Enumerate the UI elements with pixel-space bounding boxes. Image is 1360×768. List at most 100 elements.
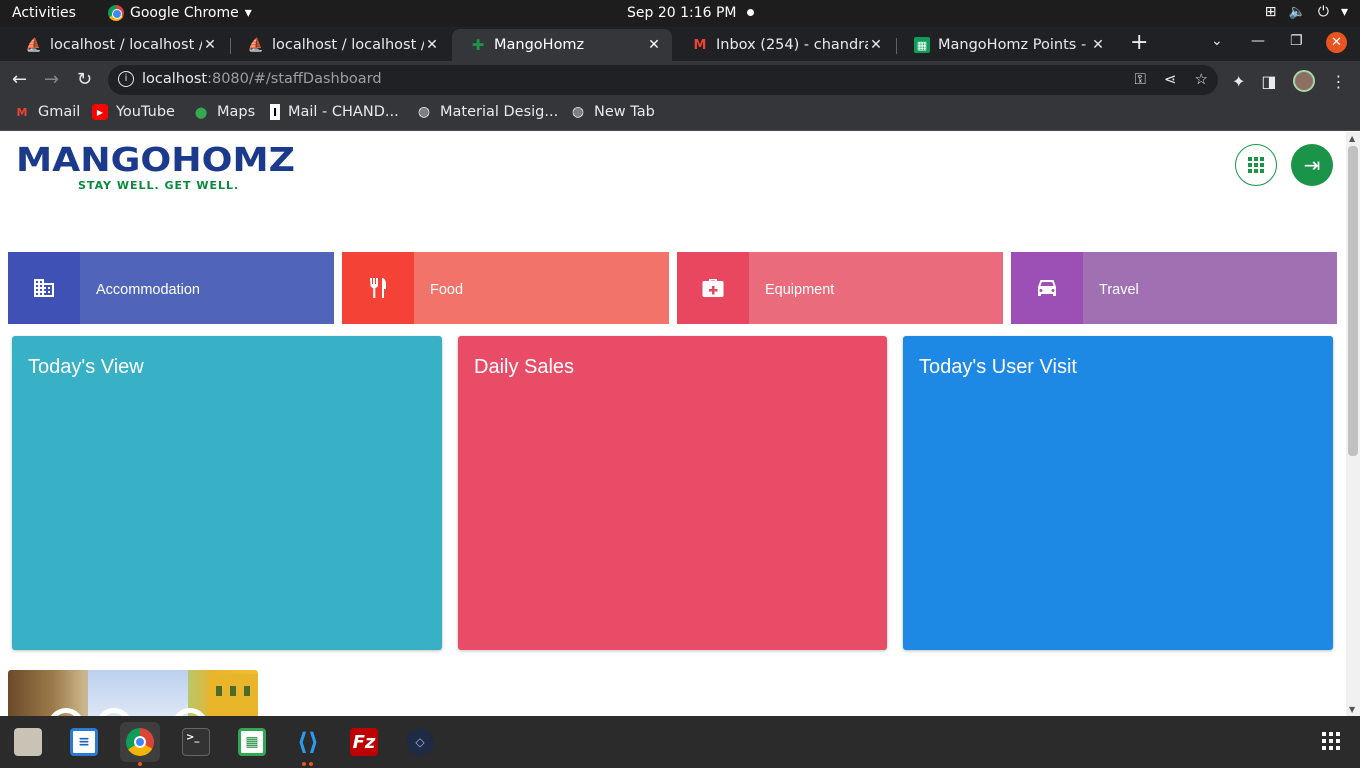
window-close-button[interactable]: ✕ <box>1326 32 1347 53</box>
logo-wordmark: MANGOHOMZ <box>16 140 295 179</box>
volume-icon: 🔈 <box>1288 4 1306 20</box>
close-tab-icon[interactable]: ✕ <box>1090 37 1106 53</box>
dock-files[interactable] <box>8 722 48 762</box>
card-todays-view[interactable]: Today's View <box>12 336 442 650</box>
caret-down-icon: ▾ <box>244 5 252 21</box>
dock-calc[interactable]: ▦ <box>232 722 272 762</box>
app-icon: ◇ <box>406 728 434 756</box>
category-accommodation[interactable]: Accommodation <box>8 252 334 324</box>
tab-gmail-inbox[interactable]: M Inbox (254) - chandrasek ✕ <box>674 29 894 61</box>
tab-title: MangoHomz <box>494 37 585 53</box>
writer-icon: ≡ <box>70 728 98 756</box>
bookmark-label: YouTube <box>116 104 175 120</box>
filezilla-icon: Fz <box>350 728 378 756</box>
tab-mangohomz[interactable]: ✚ MangoHomz ✕ <box>452 29 672 61</box>
card-title: Today's User Visit <box>919 356 1077 378</box>
dock-app[interactable]: ◇ <box>400 722 440 762</box>
property-photo[interactable] <box>8 670 258 716</box>
card-daily-sales[interactable]: Daily Sales <box>458 336 887 650</box>
close-tab-icon[interactable]: ✕ <box>202 37 218 53</box>
logout-button[interactable]: ⇥ <box>1291 144 1333 186</box>
card-todays-user-visit[interactable]: Today's User Visit <box>903 336 1333 650</box>
tab-search-chevron-icon[interactable]: ⌄ <box>1211 33 1223 49</box>
category-food[interactable]: Food <box>342 252 669 324</box>
category-label: Equipment <box>749 252 1003 324</box>
globe-icon: ◍ <box>417 104 431 120</box>
bookmark-new-tab[interactable]: ◍ New Tab <box>570 104 655 120</box>
system-status-menu[interactable]: ⊞ 🔈 ⏻ ▾ <box>1265 4 1348 20</box>
system-top-bar: Activities Google Chrome ▾ Sep 20 1:16 P… <box>0 0 1360 27</box>
logo-tagline: STAY WELL. GET WELL. <box>78 179 240 192</box>
close-tab-icon[interactable]: ✕ <box>868 37 884 53</box>
category-equipment[interactable]: Equipment <box>677 252 1003 324</box>
forward-button[interactable]: → <box>44 69 59 90</box>
bookmark-gmail[interactable]: M Gmail <box>14 104 81 120</box>
tab-phpmyadmin-1[interactable]: ⛵ localhost / localhost / m ✕ <box>8 29 228 61</box>
tab-title: localhost / localhost / m <box>50 37 202 53</box>
tab-title: localhost / localhost / m <box>272 37 424 53</box>
dock-filezilla[interactable]: Fz <box>344 722 384 762</box>
tab-title: Inbox (254) - chandrasek <box>716 37 868 53</box>
clock[interactable]: Sep 20 1:16 PM <box>627 5 737 21</box>
dock-writer[interactable]: ≡ <box>64 722 104 762</box>
activities-button[interactable]: Activities <box>12 5 76 21</box>
close-tab-icon[interactable]: ✕ <box>646 37 662 53</box>
site-info-icon[interactable]: i <box>118 71 134 87</box>
bookmark-label: New Tab <box>594 104 655 120</box>
category-travel[interactable]: Travel <box>1011 252 1337 324</box>
close-tab-icon[interactable]: ✕ <box>424 37 440 53</box>
car-icon <box>1011 252 1083 324</box>
share-icon[interactable]: ⋖ <box>1164 70 1177 88</box>
maps-icon: ⬤ <box>194 105 208 119</box>
building-icon <box>8 252 80 324</box>
scrollbar-thumb[interactable] <box>1348 146 1358 456</box>
reload-button[interactable]: ↻ <box>77 69 92 90</box>
card-title: Today's View <box>28 356 144 378</box>
category-label: Food <box>414 252 669 324</box>
extensions-icon[interactable]: ✦ <box>1232 72 1245 91</box>
bookmark-mail[interactable]: I Mail - CHAND... <box>270 104 399 120</box>
address-bar[interactable]: i localhost:8080/#/staffDashboard ⚿ ⋖ ☆ <box>108 65 1218 95</box>
apps-grid-button[interactable] <box>1235 144 1277 186</box>
back-button[interactable]: ← <box>12 69 27 90</box>
terminal-icon: >_ <box>182 728 210 756</box>
mangohomz-logo[interactable]: MANGOHOMZ STAY WELL. GET WELL. <box>16 140 295 192</box>
caret-down-icon: ▾ <box>1340 4 1348 20</box>
scroll-down-icon[interactable]: ▼ <box>1349 705 1355 714</box>
tab-phpmyadmin-2[interactable]: ⛵ localhost / localhost / m ✕ <box>230 29 450 61</box>
globe-icon: ◍ <box>571 104 585 120</box>
youtube-icon: ▶ <box>92 104 108 120</box>
scroll-up-icon[interactable]: ▲ <box>1349 134 1355 143</box>
gmail-icon: M <box>16 105 28 119</box>
network-icon: ⊞ <box>1264 4 1277 20</box>
bookmark-star-icon[interactable]: ☆ <box>1195 70 1208 88</box>
chrome-icon <box>108 5 124 21</box>
bookmark-youtube[interactable]: ▶ YouTube <box>92 104 175 120</box>
bookmarks-bar: M Gmail ▶ YouTube ⬤ Maps I Mail - CHAND.… <box>0 99 1360 131</box>
sheets-icon: ▦ <box>914 37 930 53</box>
side-panel-icon[interactable]: ◨ <box>1261 72 1276 91</box>
page-scrollbar[interactable]: ▲ ▼ <box>1346 132 1360 716</box>
minimize-button[interactable]: — <box>1251 33 1265 49</box>
dock-vscode[interactable]: ⟨⟩ <box>288 722 328 766</box>
app-menu[interactable]: Google Chrome ▾ <box>108 5 252 21</box>
page-content: MANGOHOMZ STAY WELL. GET WELL. ⇥ Accommo… <box>0 132 1346 716</box>
show-applications-icon[interactable] <box>1322 732 1340 750</box>
notification-dot-icon <box>747 9 754 16</box>
ubuntu-dock: ≡ >_ ▦ ⟨⟩ Fz ◇ <box>0 716 1360 768</box>
logout-icon: ⇥ <box>1303 153 1321 177</box>
profile-avatar[interactable] <box>1292 70 1315 92</box>
mail-icon: I <box>270 104 280 120</box>
restore-button[interactable]: ❐ <box>1290 33 1303 49</box>
bookmark-maps[interactable]: ⬤ Maps <box>193 104 255 120</box>
tab-sheets[interactable]: ▦ MangoHomz Points - G ✕ <box>896 29 1116 61</box>
medical-kit-icon <box>677 252 749 324</box>
chrome-icon <box>126 728 154 756</box>
bookmark-material-design[interactable]: ◍ Material Desig... <box>416 104 558 120</box>
dock-terminal[interactable]: >_ <box>176 722 216 762</box>
mangohomz-favicon-icon: ✚ <box>471 36 485 54</box>
new-tab-button[interactable]: + <box>1130 30 1148 55</box>
dock-chrome[interactable] <box>120 722 160 766</box>
key-icon[interactable]: ⚿ <box>1135 70 1146 88</box>
more-menu-icon[interactable]: ⋮ <box>1331 72 1347 91</box>
